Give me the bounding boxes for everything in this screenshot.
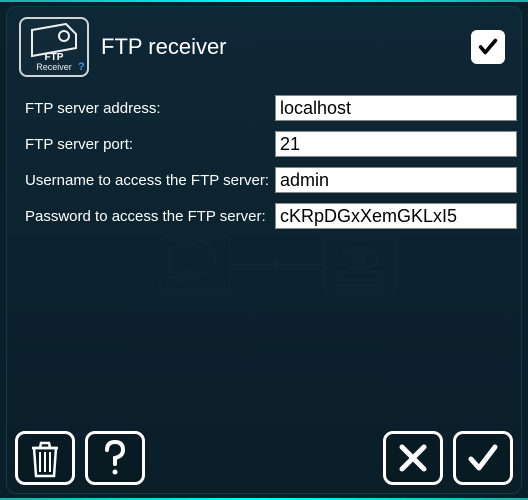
label-username: Username to access the FTP server: bbox=[25, 172, 275, 189]
check-icon bbox=[477, 36, 499, 58]
input-port[interactable] bbox=[275, 131, 517, 157]
form: FTP server address: FTP server port: Use… bbox=[7, 87, 521, 229]
ftp-receiver-icon: FTP Receiver ? bbox=[19, 17, 89, 77]
delete-button[interactable] bbox=[15, 431, 75, 485]
label-address: FTP server address: bbox=[25, 100, 275, 117]
ok-button[interactable] bbox=[453, 431, 513, 485]
row-port: FTP server port: bbox=[25, 131, 503, 157]
row-address: FTP server address: bbox=[25, 95, 503, 121]
input-username[interactable] bbox=[275, 167, 517, 193]
dialog-title: FTP receiver bbox=[101, 34, 459, 60]
label-password: Password to access the FTP server: bbox=[25, 208, 275, 225]
footer bbox=[15, 431, 513, 485]
input-address[interactable] bbox=[275, 95, 517, 121]
row-password: Password to access the FTP server: bbox=[25, 203, 503, 229]
check-icon bbox=[466, 441, 500, 475]
cancel-button[interactable] bbox=[383, 431, 443, 485]
help-button[interactable] bbox=[85, 431, 145, 485]
close-icon bbox=[397, 442, 429, 474]
top-edge bbox=[0, 0, 528, 2]
trash-icon bbox=[28, 438, 62, 478]
svg-text:?: ? bbox=[78, 61, 84, 72]
header: FTP Receiver ? FTP receiver bbox=[7, 7, 521, 87]
row-username: Username to access the FTP server: bbox=[25, 167, 503, 193]
label-port: FTP server port: bbox=[25, 136, 275, 153]
help-icon bbox=[100, 438, 130, 478]
dialog-panel: FTP Receiver ? FTP receiver FTP server a… bbox=[6, 6, 522, 494]
enabled-toggle[interactable] bbox=[471, 30, 505, 64]
input-password[interactable] bbox=[275, 203, 517, 229]
icon-label-bottom: Receiver bbox=[36, 62, 72, 72]
